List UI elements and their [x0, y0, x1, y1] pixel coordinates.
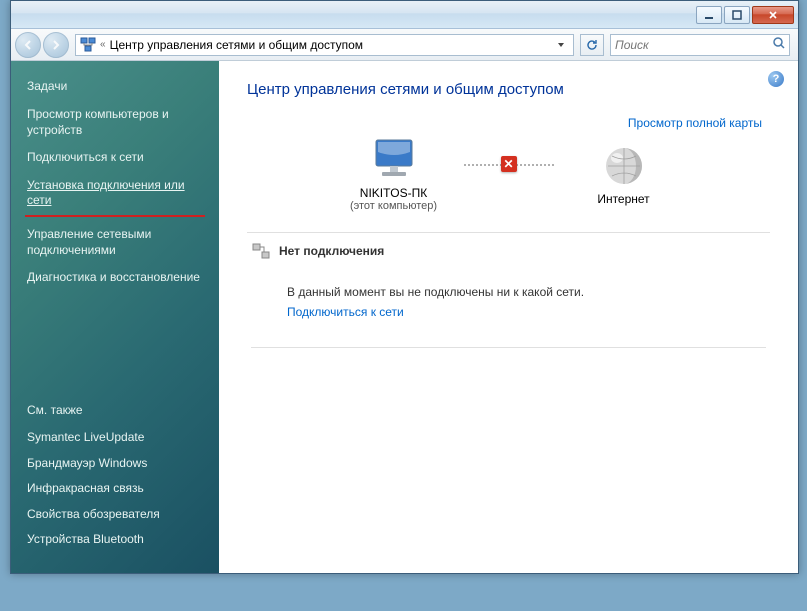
window-frame: « Центр управления сетями и общим доступ… — [10, 0, 799, 574]
no-connection-header: Нет подключения — [279, 244, 384, 258]
connect-to-network-link[interactable]: Подключиться к сети — [287, 305, 404, 319]
titlebar — [11, 1, 798, 29]
toolbar: « Центр управления сетями и общим доступ… — [11, 29, 798, 61]
refresh-button[interactable] — [580, 34, 604, 56]
page-title: Центр управления сетями и общим доступом — [247, 81, 770, 98]
minimize-button[interactable] — [696, 6, 722, 24]
node-internet-label: Интернет — [597, 192, 649, 206]
node-pc-sublabel: (этот компьютер) — [350, 200, 437, 212]
sidebar-item-view-computers[interactable]: Просмотр компьютеров и устройств — [11, 101, 219, 144]
sidebar-item-diagnose-repair[interactable]: Диагностика и восстановление — [11, 264, 219, 292]
search-box[interactable] — [610, 34, 790, 56]
sidebar-item-infrared[interactable]: Инфракрасная связь — [11, 476, 219, 502]
sidebar-item-setup-connection[interactable]: Установка подключения или сети — [11, 172, 219, 215]
no-connection-section: Нет подключения В данный момент вы не по… — [247, 232, 770, 356]
sidebar-item-connect-network[interactable]: Подключиться к сети — [11, 144, 219, 172]
sidebar-item-internet-options[interactable]: Свойства обозревателя — [11, 502, 219, 528]
address-bar[interactable]: « Центр управления сетями и общим доступ… — [75, 34, 574, 56]
breadcrumb-text: Центр управления сетями и общим доступом — [110, 38, 549, 52]
network-map: NIKITOS-ПК (этот компьютер) ✕ — [247, 136, 770, 212]
search-icon — [772, 36, 786, 53]
back-button[interactable] — [15, 32, 41, 58]
search-input[interactable] — [615, 38, 772, 52]
computer-icon — [368, 136, 420, 184]
highlight-underline — [25, 215, 205, 217]
view-full-map-link[interactable]: Просмотр полной карты — [247, 116, 762, 130]
network-status-icon — [251, 241, 271, 261]
sidebar-item-manage-connections[interactable]: Управление сетевыми подключениями — [11, 221, 219, 264]
connection-x-icon: ✕ — [501, 156, 517, 172]
sidebar-item-symantec[interactable]: Symantec LiveUpdate — [11, 425, 219, 451]
sidebar: Задачи Просмотр компьютеров и устройств … — [11, 61, 219, 573]
node-this-pc: NIKITOS-ПК (этот компьютер) — [324, 136, 464, 212]
forward-button[interactable] — [43, 32, 69, 58]
no-connection-message: В данный момент вы не подключены ни к ка… — [287, 285, 762, 299]
node-pc-label: NIKITOS-ПК — [360, 186, 427, 200]
connection-broken: ✕ — [464, 163, 554, 165]
address-dropdown-icon[interactable] — [553, 41, 569, 49]
help-icon[interactable]: ? — [768, 71, 784, 87]
network-center-icon — [80, 37, 96, 53]
sidebar-item-bluetooth[interactable]: Устройства Bluetooth — [11, 527, 219, 553]
close-button[interactable] — [752, 6, 794, 24]
breadcrumb-prefix: « — [100, 39, 106, 50]
node-internet: Интернет — [554, 142, 694, 206]
sidebar-seealso-header: См. также — [11, 399, 219, 425]
globe-icon — [598, 142, 650, 190]
main-panel: ? Центр управления сетями и общим доступ… — [219, 61, 798, 573]
sidebar-item-firewall[interactable]: Брандмауэр Windows — [11, 451, 219, 477]
sidebar-tasks-header: Задачи — [11, 75, 219, 101]
maximize-button[interactable] — [724, 6, 750, 24]
